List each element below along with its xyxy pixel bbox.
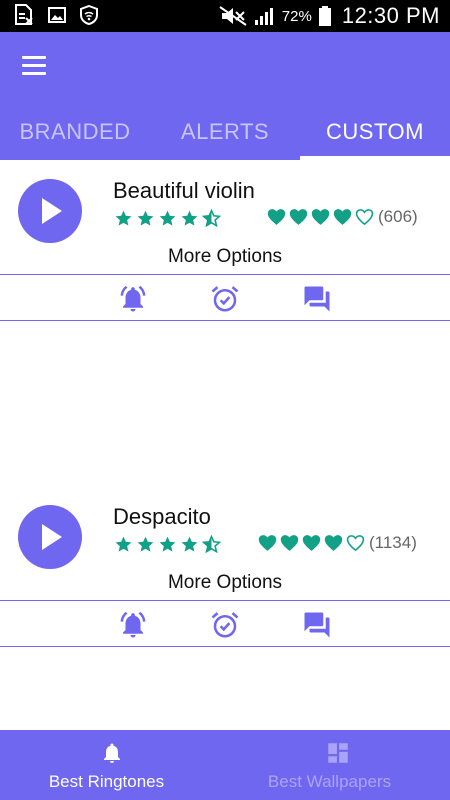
star-rating <box>114 209 221 228</box>
divider <box>0 274 450 275</box>
divider <box>0 646 450 647</box>
heart-icon <box>333 209 352 225</box>
ringtone-card: Beautiful violin (606) More Options <box>0 160 450 322</box>
ringtone-title: Despacito <box>113 504 211 529</box>
nav-best-wallpapers[interactable]: Best Wallpapers <box>225 730 450 800</box>
divider <box>0 600 450 601</box>
alarm-ring-icon[interactable] <box>118 610 148 640</box>
bell-icon <box>104 743 120 763</box>
play-icon <box>42 198 62 224</box>
star-rating <box>114 535 221 554</box>
tab-custom[interactable]: CUSTOM <box>300 104 450 160</box>
shield-wifi-icon <box>80 5 98 25</box>
message-icon[interactable] <box>302 610 332 640</box>
battery-icon <box>318 6 331 26</box>
tab-branded[interactable]: BRANDED <box>0 104 150 160</box>
status-bar: 72% 12:30 PM <box>0 0 450 32</box>
menu-icon[interactable] <box>22 56 48 78</box>
heart-outline-icon <box>346 535 365 552</box>
more-options-button[interactable]: More Options <box>0 572 450 594</box>
nav-label: Best Ringtones <box>48 772 165 791</box>
star-icon <box>137 536 154 552</box>
ringtone-card: Despacito (1134) More Options <box>0 486 450 648</box>
alarm-ring-icon[interactable] <box>118 284 148 314</box>
signal-icon <box>254 8 273 25</box>
heart-icon <box>324 535 343 551</box>
dashboard-icon <box>328 743 348 763</box>
app-bar: BRANDED ALERTS CUSTOM <box>0 32 450 160</box>
tab-alerts[interactable]: ALERTS <box>150 104 300 160</box>
star-icon <box>181 536 198 552</box>
heart-outline-icon <box>355 209 374 226</box>
star-icon <box>159 210 176 226</box>
bottom-navigation: Best Ringtones Best Wallpapers <box>0 730 450 800</box>
heart-icon <box>302 535 321 551</box>
clock: 12:30 PM <box>341 3 440 28</box>
mute-icon <box>219 6 247 26</box>
alarm-clock-icon[interactable] <box>210 284 240 314</box>
star-icon <box>181 210 198 226</box>
nav-best-ringtones[interactable]: Best Ringtones <box>0 730 225 800</box>
sim-card-icon <box>15 4 33 25</box>
message-icon[interactable] <box>302 284 332 314</box>
star-icon <box>115 210 132 226</box>
more-options-button[interactable]: More Options <box>0 246 450 268</box>
nav-label: Best Wallpapers <box>267 772 392 791</box>
heart-icon <box>258 535 277 551</box>
half-star-icon <box>202 535 221 554</box>
heart-icon <box>267 209 286 225</box>
alarm-clock-icon[interactable] <box>210 610 240 640</box>
divider <box>0 320 450 321</box>
heart-icon <box>311 209 330 225</box>
play-icon <box>42 524 62 550</box>
star-icon <box>137 210 154 226</box>
rating-count: (606) <box>378 207 418 226</box>
tab-bar: BRANDED ALERTS CUSTOM <box>0 104 450 160</box>
heart-rating: (1134) <box>258 533 417 553</box>
ringtone-title: Beautiful violin <box>113 178 255 203</box>
heart-rating: (606) <box>267 207 418 227</box>
play-button[interactable] <box>18 505 82 569</box>
star-icon <box>115 536 132 552</box>
heart-icon <box>289 209 308 225</box>
image-icon <box>48 7 66 23</box>
rating-count: (1134) <box>369 533 417 552</box>
star-icon <box>159 536 176 552</box>
battery-percent: 72% <box>281 7 312 25</box>
heart-icon <box>280 535 299 551</box>
half-star-icon <box>202 209 221 228</box>
play-button[interactable] <box>18 179 82 243</box>
